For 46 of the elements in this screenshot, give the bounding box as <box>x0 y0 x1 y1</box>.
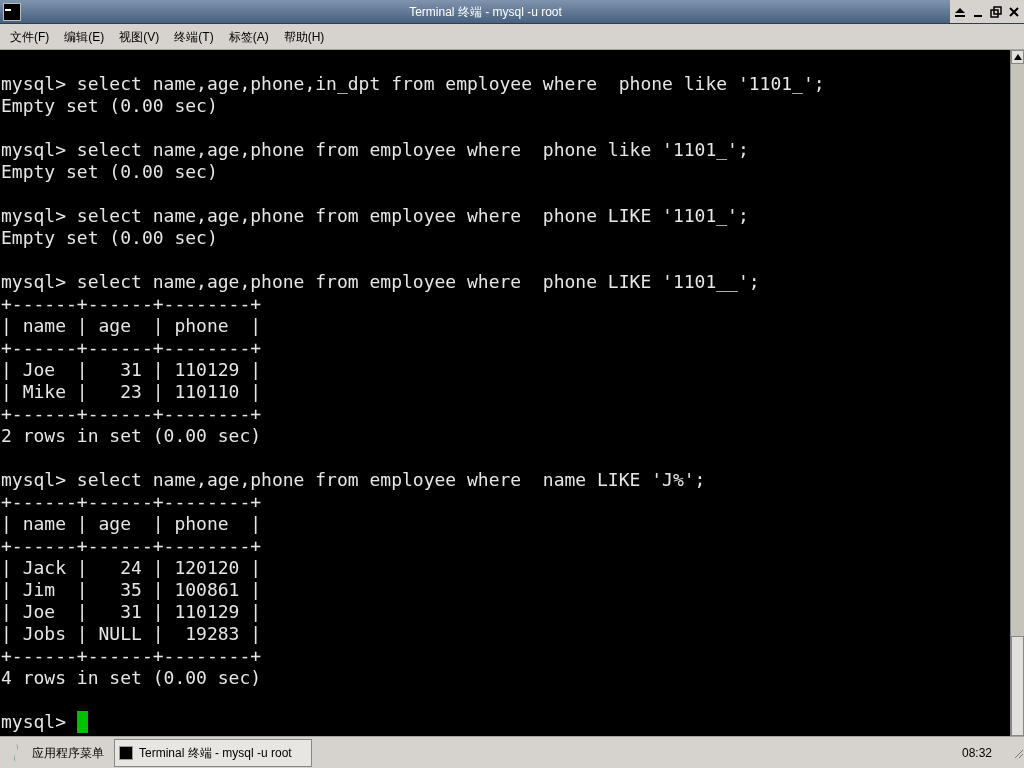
window-title: Terminal 终端 - mysql -u root <box>408 3 563 21</box>
command-line: mysql> select name,age,phone from employee where name LIKE 'J%'; <box>1 469 706 491</box>
output-line: +------+------+--------+ <box>1 337 262 359</box>
output-line: 4 rows in set (0.00 sec) <box>1 667 262 689</box>
output-line: | name | age | phone | <box>1 315 262 337</box>
output-line: | Joe | 31 | 110129 | <box>1 359 262 381</box>
command-line: mysql> select name,age,phone from employee where phone LIKE '1101__'; <box>1 271 760 293</box>
output-line: | Mike | 23 | 110110 | <box>1 381 262 403</box>
menu-item[interactable]: 帮助(H) <box>277 27 331 46</box>
menu-item[interactable]: 编辑(E) <box>58 27 111 46</box>
output-line: 2 rows in set (0.00 sec) <box>1 425 262 447</box>
output-line: Empty set (0.00 sec) <box>1 227 218 249</box>
taskbar-button[interactable]: Terminal 终端 - mysql -u root <box>114 738 312 767</box>
output-line: | Jack | 24 | 120120 | <box>1 557 262 579</box>
output-line: | name | age | phone | <box>1 513 262 535</box>
output-line: +------+------+--------+ <box>1 645 262 667</box>
output-line: +------+------+--------+ <box>1 535 262 557</box>
menu-item[interactable]: 文件(F) <box>4 27 56 46</box>
output-line: | Jim | 35 | 100861 | <box>1 579 262 601</box>
command-line: mysql> select name,age,phone from employee where phone LIKE '1101_'; <box>1 205 749 227</box>
output-line: +------+------+--------+ <box>1 403 262 425</box>
menu-item[interactable]: 标签(A) <box>222 27 275 46</box>
scroll-thumb[interactable] <box>1011 636 1024 736</box>
taskbar-label: Terminal 终端 - mysql -u root <box>139 744 292 762</box>
scroll-up-button[interactable] <box>1011 50 1024 64</box>
scrollbar[interactable] <box>1010 50 1024 736</box>
prompt: mysql> <box>1 711 68 733</box>
command-line: mysql> select name,age,phone,in_dpt from employee where phone like '1101_'; <box>1 73 825 95</box>
output-line: | Jobs | NULL | 19283 | <box>1 623 262 645</box>
cursor <box>76 711 88 733</box>
output-line: +------+------+--------+ <box>1 293 262 315</box>
close-icon[interactable] <box>1008 5 1020 18</box>
start-menu[interactable]: 应用程序菜单 <box>32 743 104 762</box>
maximize-icon[interactable] <box>990 5 1002 18</box>
menu-item[interactable]: 视图(V) <box>113 27 166 46</box>
terminal-icon <box>119 745 133 760</box>
shade-icon[interactable] <box>954 5 966 18</box>
output-line: Empty set (0.00 sec) <box>1 161 218 183</box>
output-line: Empty set (0.00 sec) <box>1 95 218 117</box>
terminal-icon[interactable] <box>3 2 21 21</box>
menu-item[interactable]: 终端(T) <box>168 27 220 46</box>
output-line: +------+------+--------+ <box>1 491 262 513</box>
output-line: | Joe | 31 | 110129 | <box>1 601 262 623</box>
command-line: mysql> select name,age,phone from employee where phone like '1101_'; <box>1 139 749 161</box>
up-arrow-icon <box>1013 54 1022 60</box>
clock: 08:32 <box>961 744 992 762</box>
